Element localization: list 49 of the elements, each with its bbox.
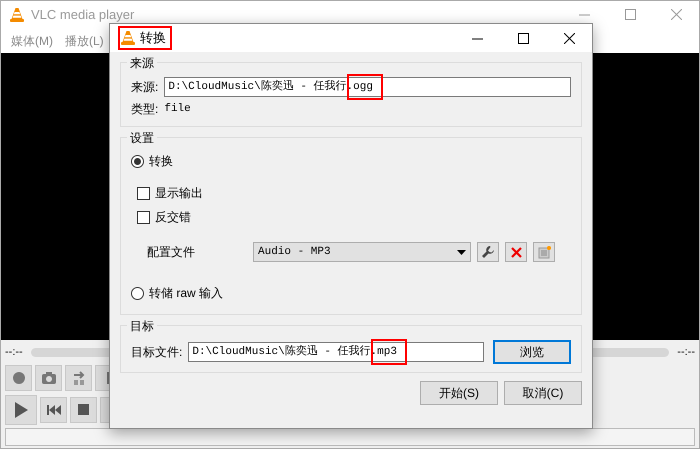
maximize-icon xyxy=(624,9,636,20)
snapshot-button[interactable] xyxy=(35,365,62,391)
profile-dropdown[interactable]: Audio - MP3 xyxy=(253,242,471,262)
loop-ab-button[interactable] xyxy=(65,365,92,391)
menu-item[interactable]: 媒体(M) xyxy=(5,32,59,50)
radio-button[interactable] xyxy=(131,154,144,168)
group-heading: 目标 xyxy=(127,317,157,335)
previous-icon xyxy=(46,404,60,416)
checkbox[interactable] xyxy=(137,186,150,200)
browse-button[interactable]: 浏览 xyxy=(493,340,571,364)
field-label: 目标文件: xyxy=(131,344,182,361)
close-icon xyxy=(670,9,682,20)
type-label: 类型: xyxy=(131,101,158,118)
record-button[interactable] xyxy=(5,365,32,391)
dialog-title: 转换 xyxy=(139,29,167,48)
play-icon xyxy=(13,401,29,419)
maximize-icon xyxy=(518,32,528,44)
checkbox-label: 反交错 xyxy=(155,209,191,226)
caret-icon xyxy=(457,250,466,254)
close-icon xyxy=(564,32,574,44)
loop-icon xyxy=(72,370,86,386)
remaining-time: --:-- xyxy=(677,344,695,360)
delete-icon xyxy=(510,246,522,258)
cone-logo-icon xyxy=(120,30,136,46)
profile-label: 配置文件 xyxy=(147,244,196,261)
option-label: 转储 raw 输入 xyxy=(149,285,224,302)
camera-icon xyxy=(40,371,56,385)
delete-profile-button[interactable] xyxy=(505,242,527,262)
cone-logo-icon xyxy=(9,6,25,22)
checkbox[interactable] xyxy=(137,210,150,224)
new-list-icon xyxy=(538,246,550,258)
radio-button[interactable] xyxy=(131,286,144,300)
checkbox-label: 显示输出 xyxy=(155,185,203,202)
menu-item[interactable]: 播放(L) xyxy=(59,32,110,50)
type-value: file xyxy=(164,102,191,117)
dialog-button[interactable]: 开始(S) xyxy=(420,381,498,405)
stop-icon xyxy=(78,404,90,416)
wrench-icon xyxy=(482,246,494,258)
play-button[interactable] xyxy=(5,395,37,425)
stop-button[interactable] xyxy=(70,397,97,423)
elapsed-time: --:-- xyxy=(5,344,23,360)
previous-button[interactable] xyxy=(40,397,67,423)
new-profile-button[interactable] xyxy=(533,242,555,262)
record-icon xyxy=(12,371,26,385)
dialog-button[interactable]: 取消(C) xyxy=(504,381,582,405)
field-label: 来源: xyxy=(131,79,158,96)
window-title: VLC media player xyxy=(31,6,134,24)
edit-profile-button[interactable] xyxy=(477,242,499,262)
option-label: 转换 xyxy=(149,153,173,170)
